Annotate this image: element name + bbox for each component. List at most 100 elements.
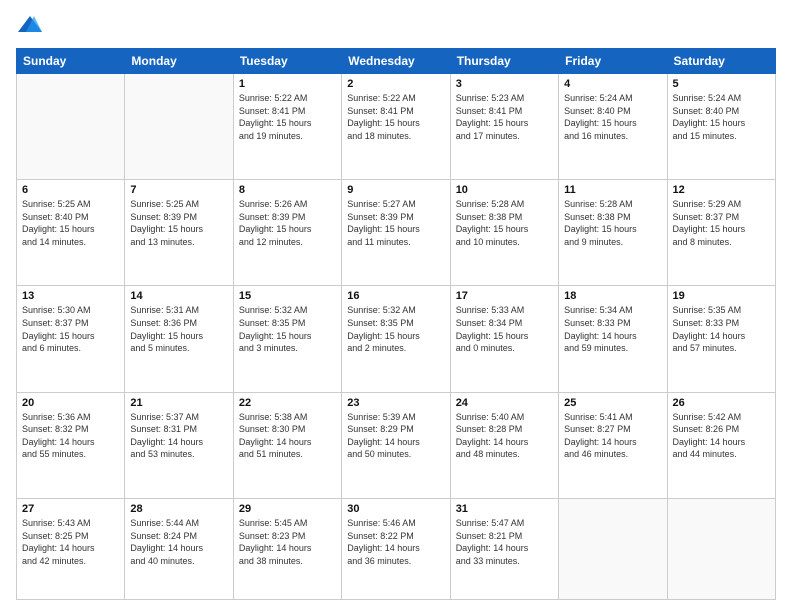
day-number: 18 xyxy=(564,290,661,302)
day-info: Sunrise: 5:34 AM Sunset: 8:33 PM Dayligh… xyxy=(564,304,661,354)
day-number: 6 xyxy=(22,184,119,196)
day-number: 27 xyxy=(22,503,119,515)
day-number: 21 xyxy=(130,397,227,409)
calendar-week-row: 1 Sunrise: 5:22 AM Sunset: 8:41 PM Daylig… xyxy=(17,74,776,180)
calendar-cell: 19 Sunrise: 5:35 AM Sunset: 8:33 PM Dayli… xyxy=(667,286,775,392)
day-info: Sunrise: 5:46 AM Sunset: 8:22 PM Dayligh… xyxy=(347,517,444,567)
day-info: Sunrise: 5:28 AM Sunset: 8:38 PM Dayligh… xyxy=(456,198,553,248)
calendar-cell: 17 Sunrise: 5:33 AM Sunset: 8:34 PM Dayli… xyxy=(450,286,558,392)
day-info: Sunrise: 5:35 AM Sunset: 8:33 PM Dayligh… xyxy=(673,304,770,354)
day-number: 20 xyxy=(22,397,119,409)
day-number: 26 xyxy=(673,397,770,409)
calendar-cell xyxy=(125,74,233,180)
weekday-header: Sunday xyxy=(17,49,125,74)
calendar-cell: 20 Sunrise: 5:36 AM Sunset: 8:32 PM Dayli… xyxy=(17,392,125,498)
day-number: 31 xyxy=(456,503,553,515)
day-number: 29 xyxy=(239,503,336,515)
weekday-header: Thursday xyxy=(450,49,558,74)
day-number: 8 xyxy=(239,184,336,196)
day-number: 19 xyxy=(673,290,770,302)
weekday-header: Wednesday xyxy=(342,49,450,74)
calendar-week-row: 13 Sunrise: 5:30 AM Sunset: 8:37 PM Dayli… xyxy=(17,286,776,392)
day-info: Sunrise: 5:33 AM Sunset: 8:34 PM Dayligh… xyxy=(456,304,553,354)
calendar-week-row: 20 Sunrise: 5:36 AM Sunset: 8:32 PM Dayli… xyxy=(17,392,776,498)
calendar-cell: 4 Sunrise: 5:24 AM Sunset: 8:40 PM Daylig… xyxy=(559,74,667,180)
calendar-cell: 29 Sunrise: 5:45 AM Sunset: 8:23 PM Dayli… xyxy=(233,498,341,599)
calendar-cell: 25 Sunrise: 5:41 AM Sunset: 8:27 PM Dayli… xyxy=(559,392,667,498)
day-info: Sunrise: 5:45 AM Sunset: 8:23 PM Dayligh… xyxy=(239,517,336,567)
weekday-header: Friday xyxy=(559,49,667,74)
calendar-cell: 14Sunrise: 5:31 AM Sunset: 8:36 PM Dayli… xyxy=(125,286,233,392)
day-info: Sunrise: 5:32 AM Sunset: 8:35 PM Dayligh… xyxy=(347,304,444,354)
day-number: 13 xyxy=(22,290,119,302)
calendar-week-row: 6 Sunrise: 5:25 AM Sunset: 8:40 PM Daylig… xyxy=(17,180,776,286)
day-info: Sunrise: 5:47 AM Sunset: 8:21 PM Dayligh… xyxy=(456,517,553,567)
calendar-cell xyxy=(17,74,125,180)
calendar-cell: 24 Sunrise: 5:40 AM Sunset: 8:28 PM Dayli… xyxy=(450,392,558,498)
calendar-cell: 5Sunrise: 5:24 AM Sunset: 8:40 PM Daylig… xyxy=(667,74,775,180)
calendar-cell: 10Sunrise: 5:28 AM Sunset: 8:38 PM Dayli… xyxy=(450,180,558,286)
day-info: Sunrise: 5:37 AM Sunset: 8:31 PM Dayligh… xyxy=(130,411,227,461)
day-number: 22 xyxy=(239,397,336,409)
calendar-cell: 22 Sunrise: 5:38 AM Sunset: 8:30 PM Dayli… xyxy=(233,392,341,498)
day-info: Sunrise: 5:42 AM Sunset: 8:26 PM Dayligh… xyxy=(673,411,770,461)
day-info: Sunrise: 5:41 AM Sunset: 8:27 PM Dayligh… xyxy=(564,411,661,461)
day-info: Sunrise: 5:40 AM Sunset: 8:28 PM Dayligh… xyxy=(456,411,553,461)
calendar-cell: 15 Sunrise: 5:32 AM Sunset: 8:35 PM Dayli… xyxy=(233,286,341,392)
day-info: Sunrise: 5:22 AM Sunset: 8:41 PM Dayligh… xyxy=(347,92,444,142)
calendar-cell: 23Sunrise: 5:39 AM Sunset: 8:29 PM Dayli… xyxy=(342,392,450,498)
calendar-cell: 30 Sunrise: 5:46 AM Sunset: 8:22 PM Dayli… xyxy=(342,498,450,599)
calendar-cell: 21 Sunrise: 5:37 AM Sunset: 8:31 PM Dayli… xyxy=(125,392,233,498)
page: SundayMondayTuesdayWednesdayThursdayFrid… xyxy=(0,0,792,612)
day-number: 25 xyxy=(564,397,661,409)
day-info: Sunrise: 5:36 AM Sunset: 8:32 PM Dayligh… xyxy=(22,411,119,461)
calendar-cell: 26 Sunrise: 5:42 AM Sunset: 8:26 PM Dayli… xyxy=(667,392,775,498)
calendar-cell: 6 Sunrise: 5:25 AM Sunset: 8:40 PM Daylig… xyxy=(17,180,125,286)
day-number: 30 xyxy=(347,503,444,515)
calendar-cell: 1Sunrise: 5:22 AM Sunset: 8:41 PM Daylig… xyxy=(233,74,341,180)
day-info: Sunrise: 5:38 AM Sunset: 8:30 PM Dayligh… xyxy=(239,411,336,461)
weekday-header: Saturday xyxy=(667,49,775,74)
day-number: 12 xyxy=(673,184,770,196)
calendar-cell: 18 Sunrise: 5:34 AM Sunset: 8:33 PM Dayli… xyxy=(559,286,667,392)
day-number: 14 xyxy=(130,290,227,302)
calendar-cell: 3 Sunrise: 5:23 AM Sunset: 8:41 PM Daylig… xyxy=(450,74,558,180)
logo-icon xyxy=(16,12,44,40)
day-info: Sunrise: 5:39 AM Sunset: 8:29 PM Dayligh… xyxy=(347,411,444,461)
day-number: 9 xyxy=(347,184,444,196)
day-number: 3 xyxy=(456,78,553,90)
day-number: 1 xyxy=(239,78,336,90)
calendar-cell: 31 Sunrise: 5:47 AM Sunset: 8:21 PM Dayli… xyxy=(450,498,558,599)
calendar-cell: 13 Sunrise: 5:30 AM Sunset: 8:37 PM Dayli… xyxy=(17,286,125,392)
day-info: Sunrise: 5:32 AM Sunset: 8:35 PM Dayligh… xyxy=(239,304,336,354)
header-row: SundayMondayTuesdayWednesdayThursdayFrid… xyxy=(17,49,776,74)
day-info: Sunrise: 5:26 AM Sunset: 8:39 PM Dayligh… xyxy=(239,198,336,248)
day-info: Sunrise: 5:25 AM Sunset: 8:40 PM Dayligh… xyxy=(22,198,119,248)
day-info: Sunrise: 5:29 AM Sunset: 8:37 PM Dayligh… xyxy=(673,198,770,248)
day-number: 4 xyxy=(564,78,661,90)
calendar-cell xyxy=(559,498,667,599)
calendar-table: SundayMondayTuesdayWednesdayThursdayFrid… xyxy=(16,48,776,600)
day-info: Sunrise: 5:30 AM Sunset: 8:37 PM Dayligh… xyxy=(22,304,119,354)
day-info: Sunrise: 5:27 AM Sunset: 8:39 PM Dayligh… xyxy=(347,198,444,248)
calendar-cell: 12 Sunrise: 5:29 AM Sunset: 8:37 PM Dayli… xyxy=(667,180,775,286)
day-info: Sunrise: 5:23 AM Sunset: 8:41 PM Dayligh… xyxy=(456,92,553,142)
calendar-cell: 27 Sunrise: 5:43 AM Sunset: 8:25 PM Dayli… xyxy=(17,498,125,599)
day-number: 7 xyxy=(130,184,227,196)
day-number: 15 xyxy=(239,290,336,302)
day-info: Sunrise: 5:44 AM Sunset: 8:24 PM Dayligh… xyxy=(130,517,227,567)
day-number: 24 xyxy=(456,397,553,409)
calendar-cell: 9 Sunrise: 5:27 AM Sunset: 8:39 PM Daylig… xyxy=(342,180,450,286)
day-info: Sunrise: 5:24 AM Sunset: 8:40 PM Dayligh… xyxy=(564,92,661,142)
day-info: Sunrise: 5:25 AM Sunset: 8:39 PM Dayligh… xyxy=(130,198,227,248)
calendar-cell: 8 Sunrise: 5:26 AM Sunset: 8:39 PM Daylig… xyxy=(233,180,341,286)
calendar-cell: 2Sunrise: 5:22 AM Sunset: 8:41 PM Daylig… xyxy=(342,74,450,180)
day-number: 16 xyxy=(347,290,444,302)
day-number: 28 xyxy=(130,503,227,515)
calendar-cell: 16 Sunrise: 5:32 AM Sunset: 8:35 PM Dayli… xyxy=(342,286,450,392)
calendar-week-row: 27 Sunrise: 5:43 AM Sunset: 8:25 PM Dayli… xyxy=(17,498,776,599)
weekday-header: Monday xyxy=(125,49,233,74)
day-info: Sunrise: 5:43 AM Sunset: 8:25 PM Dayligh… xyxy=(22,517,119,567)
logo xyxy=(16,12,48,40)
day-number: 17 xyxy=(456,290,553,302)
